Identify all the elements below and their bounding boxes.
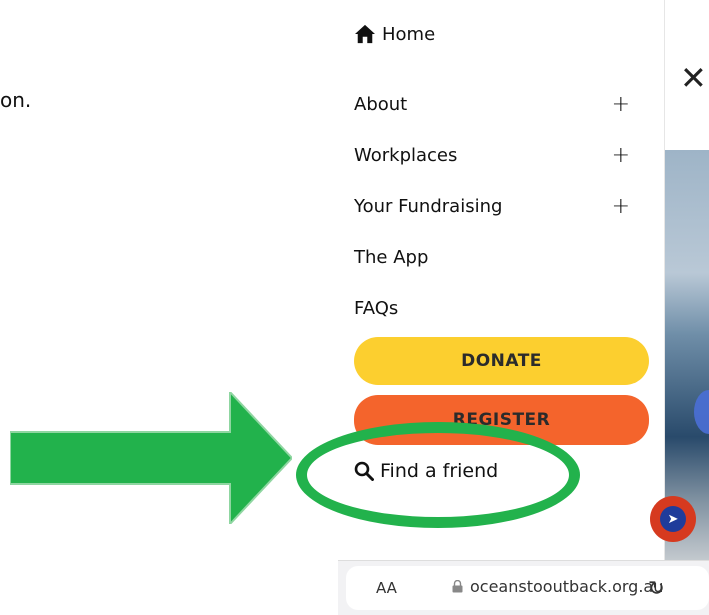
background-page-text: on. [0, 88, 32, 112]
menu-item-label: Your Fundraising [354, 195, 503, 217]
annotation-arrow [10, 392, 292, 524]
text-size-button[interactable]: AA [376, 579, 397, 597]
app-fab-icon: ➤ [660, 506, 686, 532]
menu-item-label: The App [354, 246, 429, 268]
address-bar[interactable]: AA oceanstooutback.org.au ↻ [346, 566, 709, 610]
home-label: Home [382, 23, 436, 45]
donate-button[interactable]: DONATE [354, 337, 649, 385]
menu-item-faqs[interactable]: FAQs [354, 293, 632, 323]
menu-item-the-app[interactable]: The App [354, 242, 632, 272]
app-fab-button[interactable]: ➤ [650, 496, 696, 542]
expand-icon[interactable]: + [612, 143, 632, 168]
menu-item-your-fundraising[interactable]: Your Fundraising + [354, 191, 632, 221]
menu-item-about[interactable]: About + [354, 89, 632, 119]
home-icon [355, 24, 375, 44]
expand-icon[interactable]: + [612, 194, 632, 219]
lock-icon [452, 580, 463, 593]
menu-item-workplaces[interactable]: Workplaces + [354, 140, 632, 170]
url-text: oceanstooutback.org.au [470, 577, 664, 596]
annotation-highlight-ellipse [296, 422, 580, 528]
menu-item-label: FAQs [354, 297, 399, 319]
expand-icon[interactable]: + [612, 92, 632, 117]
menu-item-label: Workplaces [354, 144, 458, 166]
close-icon[interactable]: ✕ [680, 62, 707, 94]
home-link[interactable]: Home [354, 20, 435, 48]
reload-icon[interactable]: ↻ [648, 576, 665, 600]
menu-item-label: About [354, 93, 408, 115]
